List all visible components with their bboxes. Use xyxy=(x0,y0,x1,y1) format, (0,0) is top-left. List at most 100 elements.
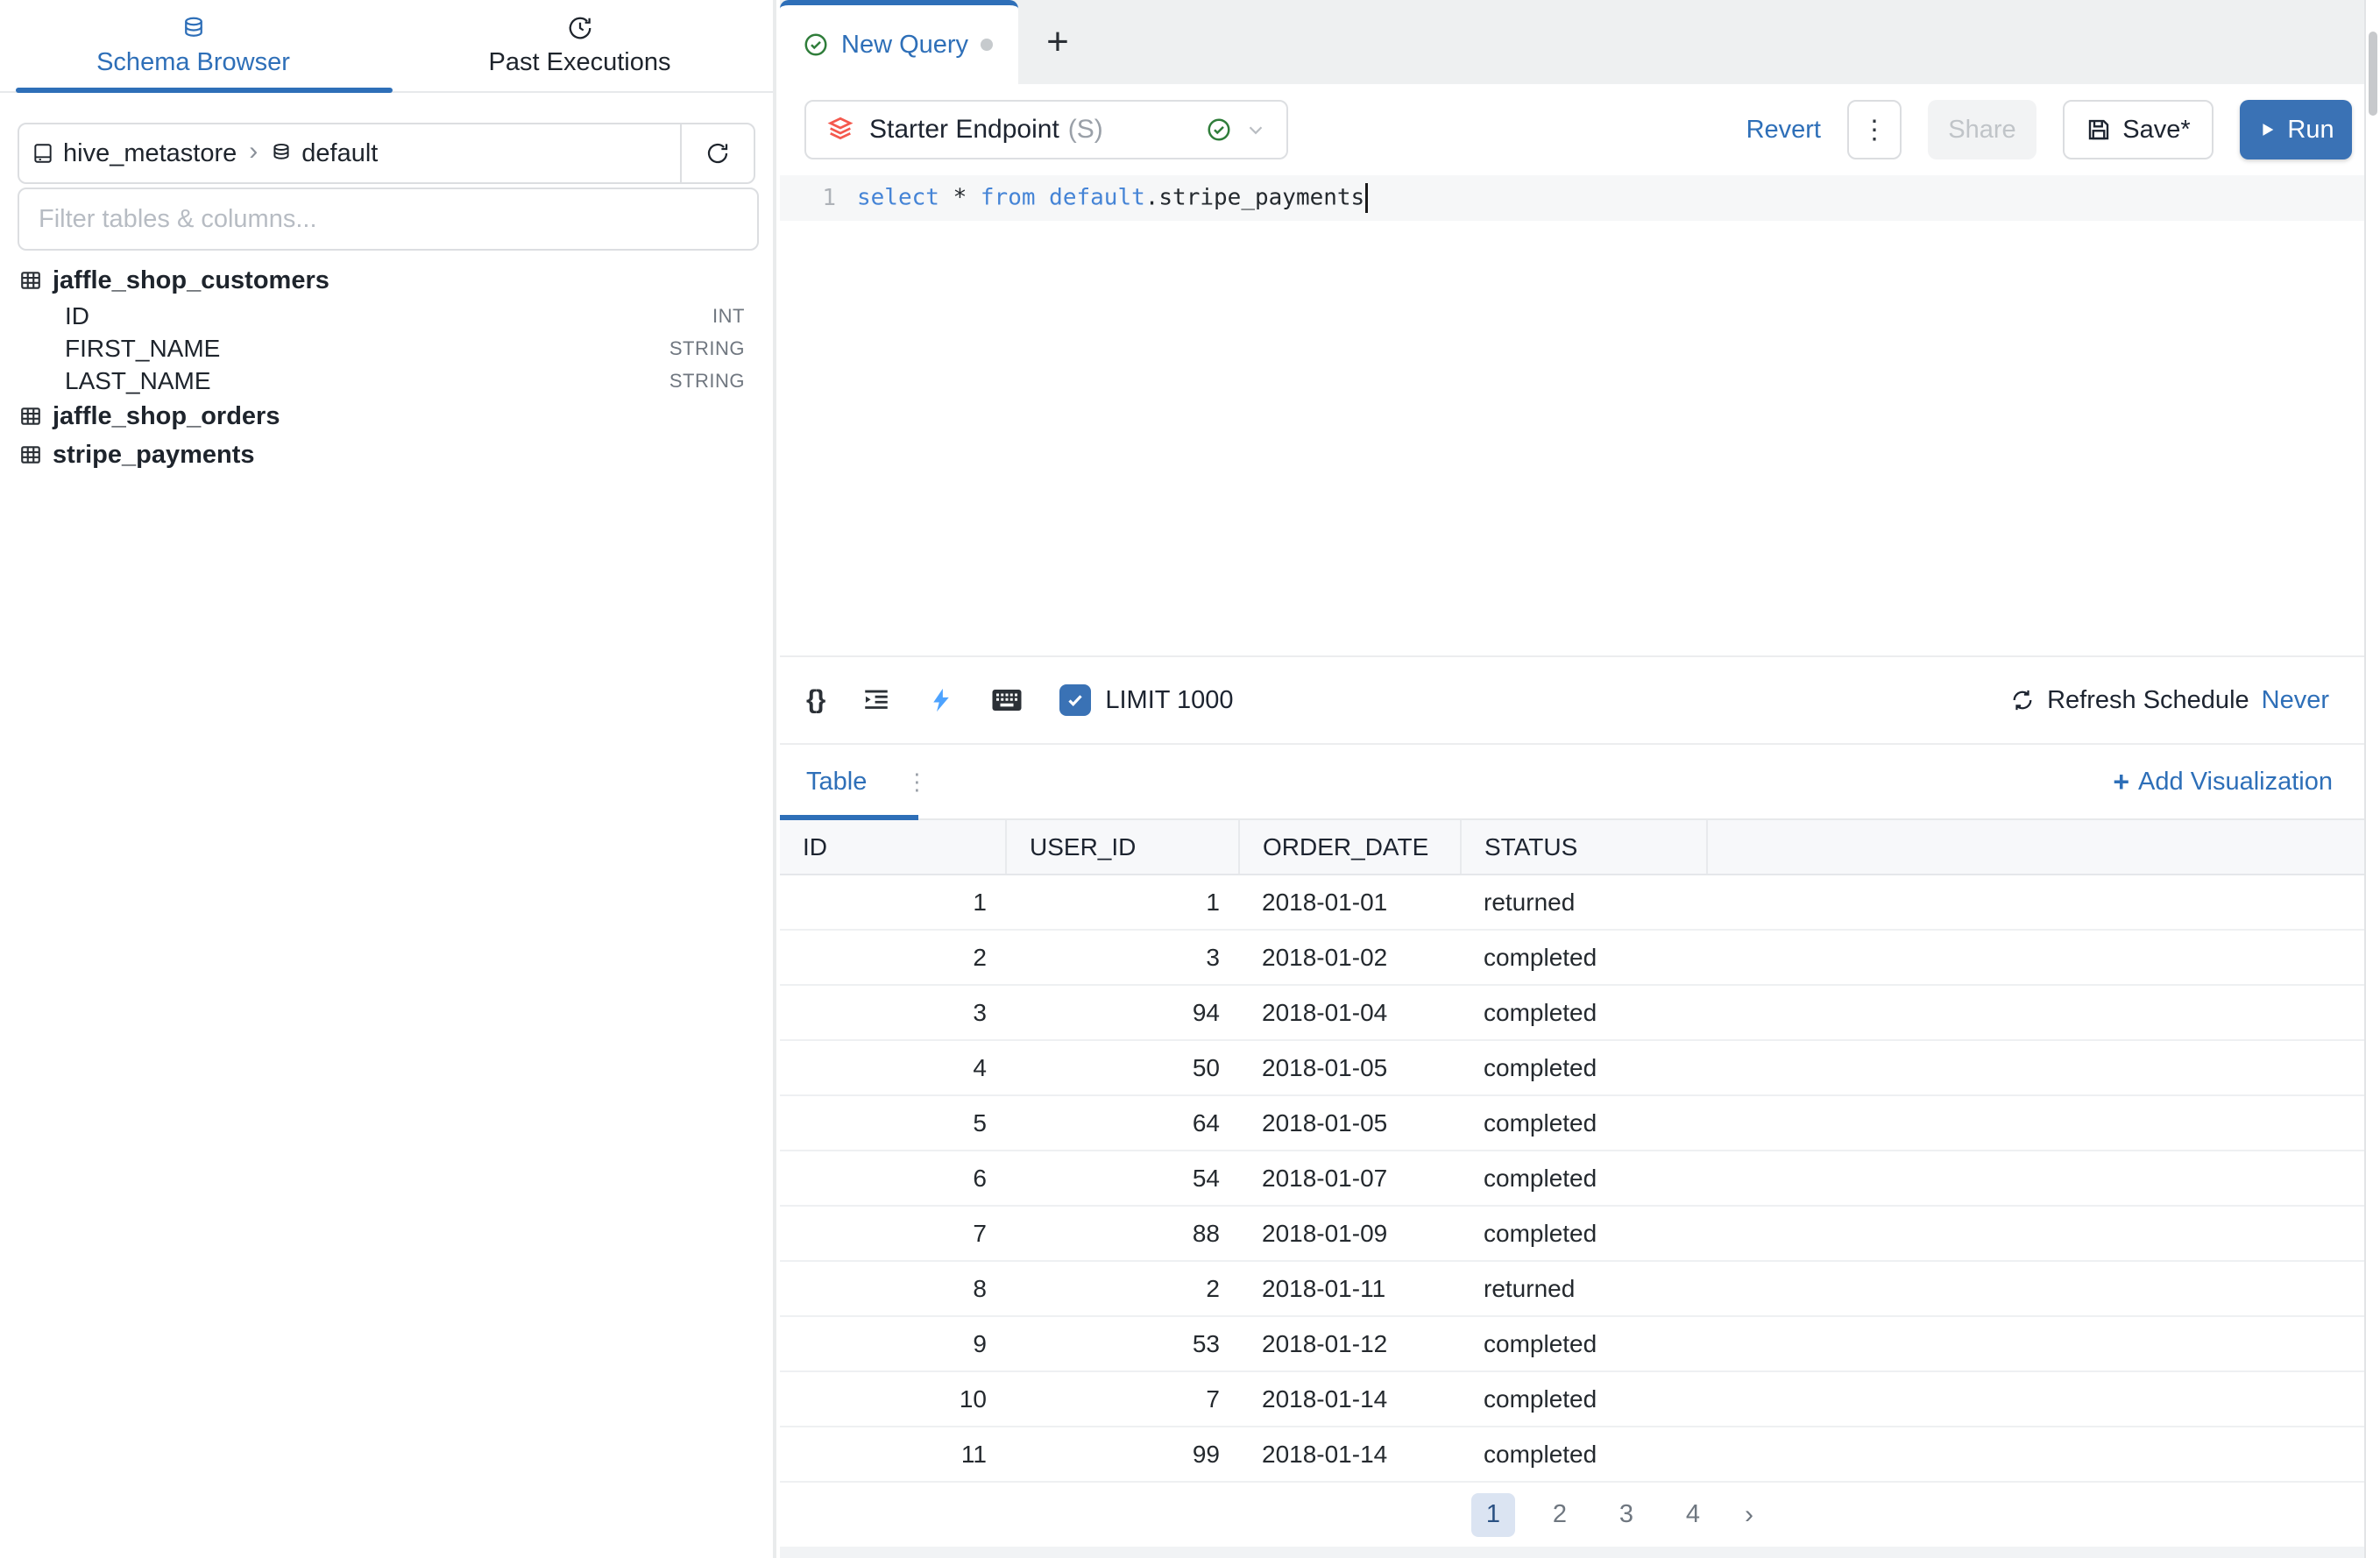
breadcrumb[interactable]: hive_metastore › default xyxy=(19,124,680,182)
check-circle-icon xyxy=(803,32,829,58)
tree-table-jaffle-shop-customers[interactable]: jaffle_shop_customers xyxy=(0,261,773,300)
viz-active-underline xyxy=(780,815,918,820)
cell-user-id: 64 xyxy=(1006,1095,1239,1151)
cell-id: 7 xyxy=(780,1206,1006,1261)
sidebar-tabs: Schema Browser Past Executions xyxy=(0,0,773,93)
tab-table-visualization[interactable]: Table xyxy=(806,768,867,797)
limit-checkbox[interactable] xyxy=(1059,684,1091,716)
results-table: ID USER_ID ORDER_DATE STATUS 112018-01-0… xyxy=(780,820,2364,1483)
lightning-bolt-icon[interactable] xyxy=(928,685,954,715)
add-visualization-label: Add Visualization xyxy=(2138,768,2333,797)
cell-user-id: 2 xyxy=(1006,1261,1239,1316)
breadcrumb-catalog[interactable]: hive_metastore xyxy=(63,139,237,168)
cell-id: 3 xyxy=(780,985,1006,1040)
indent-icon[interactable] xyxy=(861,685,891,715)
table-row: 9532018-01-12completed xyxy=(780,1316,2364,1371)
sql-schema-identifier: default xyxy=(1049,185,1145,211)
table-grid-icon xyxy=(19,269,42,292)
page-button-4[interactable]: 4 xyxy=(1671,1493,1715,1537)
play-icon xyxy=(2257,120,2277,139)
sql-keyword: select xyxy=(857,185,939,211)
tab-new-query[interactable]: New Query xyxy=(780,0,1018,84)
column-header-user-id[interactable]: USER_ID xyxy=(1006,820,1239,875)
endpoint-size: (S) xyxy=(1068,115,1103,145)
sql-operator: * xyxy=(939,185,981,211)
refresh-schedule-label: Refresh Schedule xyxy=(2047,686,2249,715)
share-button[interactable]: Share xyxy=(1928,100,2036,159)
column-name: ID xyxy=(65,302,89,330)
format-braces-icon[interactable]: {} xyxy=(806,685,825,715)
sql-editor[interactable]: 1 select * from default.stripe_payments xyxy=(780,175,2364,655)
cell-order-date: 2018-01-14 xyxy=(1239,1371,1461,1427)
filter-tables-input[interactable] xyxy=(18,188,759,251)
run-button[interactable]: Run xyxy=(2240,100,2352,159)
horizontal-scrollbar-track[interactable] xyxy=(780,1547,2364,1558)
endpoint-status-check-icon xyxy=(1206,117,1232,143)
cell-order-date: 2018-01-12 xyxy=(1239,1316,1461,1371)
revert-button[interactable]: Revert xyxy=(1746,116,1821,145)
table-row: 822018-01-11returned xyxy=(780,1261,2364,1316)
vertical-scrollbar-thumb[interactable] xyxy=(2369,32,2377,116)
column-header-status[interactable]: STATUS xyxy=(1461,820,1707,875)
schema-breadcrumb-box: hive_metastore › default xyxy=(18,123,755,184)
cell-user-id: 7 xyxy=(1006,1371,1239,1427)
chevron-right-icon: › xyxy=(245,137,261,170)
page-button-1[interactable]: 1 xyxy=(1471,1493,1515,1537)
new-tab-button[interactable]: + xyxy=(1018,0,1097,84)
column-header-id[interactable]: ID xyxy=(780,820,1006,875)
cell-status: completed xyxy=(1461,930,1707,985)
column-name: FIRST_NAME xyxy=(65,335,220,363)
column-header-order-date[interactable]: ORDER_DATE xyxy=(1239,820,1461,875)
refresh-schema-button[interactable] xyxy=(680,124,754,182)
cell-filler xyxy=(1707,1371,2364,1427)
refresh-schedule-icon xyxy=(2010,688,2035,712)
next-page-button[interactable]: › xyxy=(1738,1500,1760,1530)
editor-active-line: 1 select * from default.stripe_payments xyxy=(780,175,2364,221)
cell-filler xyxy=(1707,1261,2364,1316)
tab-schema-browser-label: Schema Browser xyxy=(96,48,290,77)
table-tab-kebab-icon[interactable]: ⋮ xyxy=(905,768,928,796)
cell-status: completed xyxy=(1461,1151,1707,1206)
tree-table-stripe-payments[interactable]: stripe_payments xyxy=(0,436,773,474)
limit-toggle[interactable]: LIMIT 1000 xyxy=(1059,684,1233,716)
table-row: 112018-01-01returned xyxy=(780,875,2364,930)
column-type: STRING xyxy=(669,337,745,360)
save-button[interactable]: Save* xyxy=(2063,100,2214,159)
table-name: jaffle_shop_customers xyxy=(53,266,329,295)
cell-id: 4 xyxy=(780,1040,1006,1095)
page-button-3[interactable]: 3 xyxy=(1604,1493,1648,1537)
tab-past-executions[interactable]: Past Executions xyxy=(386,0,773,91)
table-row: 11992018-01-14completed xyxy=(780,1427,2364,1482)
breadcrumb-schema[interactable]: default xyxy=(301,139,378,168)
more-options-button[interactable]: ⋮ xyxy=(1847,100,1902,159)
cell-user-id: 53 xyxy=(1006,1316,1239,1371)
database-stack-icon xyxy=(181,15,207,41)
cell-status: completed xyxy=(1461,1040,1707,1095)
table-row: 4502018-01-05completed xyxy=(780,1040,2364,1095)
cell-id: 10 xyxy=(780,1371,1006,1427)
cell-filler xyxy=(1707,930,2364,985)
add-visualization-button[interactable]: + Add Visualization xyxy=(2113,766,2333,798)
tab-schema-browser[interactable]: Schema Browser xyxy=(0,0,386,91)
clock-history-icon xyxy=(567,15,593,41)
tree-column-id[interactable]: ID INT xyxy=(0,300,773,332)
keyboard-shortcuts-icon[interactable] xyxy=(991,687,1023,713)
cell-order-date: 2018-01-01 xyxy=(1239,875,1461,930)
sidebar: Schema Browser Past Executions xyxy=(0,0,776,1558)
results-header-row: ID USER_ID ORDER_DATE STATUS xyxy=(780,820,2364,875)
chevron-down-icon xyxy=(1244,118,1267,141)
sql-table-identifier: stripe_payments xyxy=(1158,185,1364,211)
endpoint-selector[interactable]: Starter Endpoint (S) xyxy=(804,100,1288,159)
tree-column-first-name[interactable]: FIRST_NAME STRING xyxy=(0,332,773,365)
tree-column-last-name[interactable]: LAST_NAME STRING xyxy=(0,365,773,397)
refresh-schedule-value[interactable]: Never xyxy=(2262,686,2329,715)
vertical-scrollbar[interactable] xyxy=(2364,0,2380,1558)
cell-id: 11 xyxy=(780,1427,1006,1482)
cell-filler xyxy=(1707,1040,2364,1095)
tree-table-jaffle-shop-orders[interactable]: jaffle_shop_orders xyxy=(0,397,773,436)
cell-status: completed xyxy=(1461,1316,1707,1371)
tab-past-executions-label: Past Executions xyxy=(489,48,671,77)
cell-status: completed xyxy=(1461,1371,1707,1427)
sql-code-line: select * from default.stripe_payments xyxy=(857,183,1368,213)
page-button-2[interactable]: 2 xyxy=(1538,1493,1582,1537)
